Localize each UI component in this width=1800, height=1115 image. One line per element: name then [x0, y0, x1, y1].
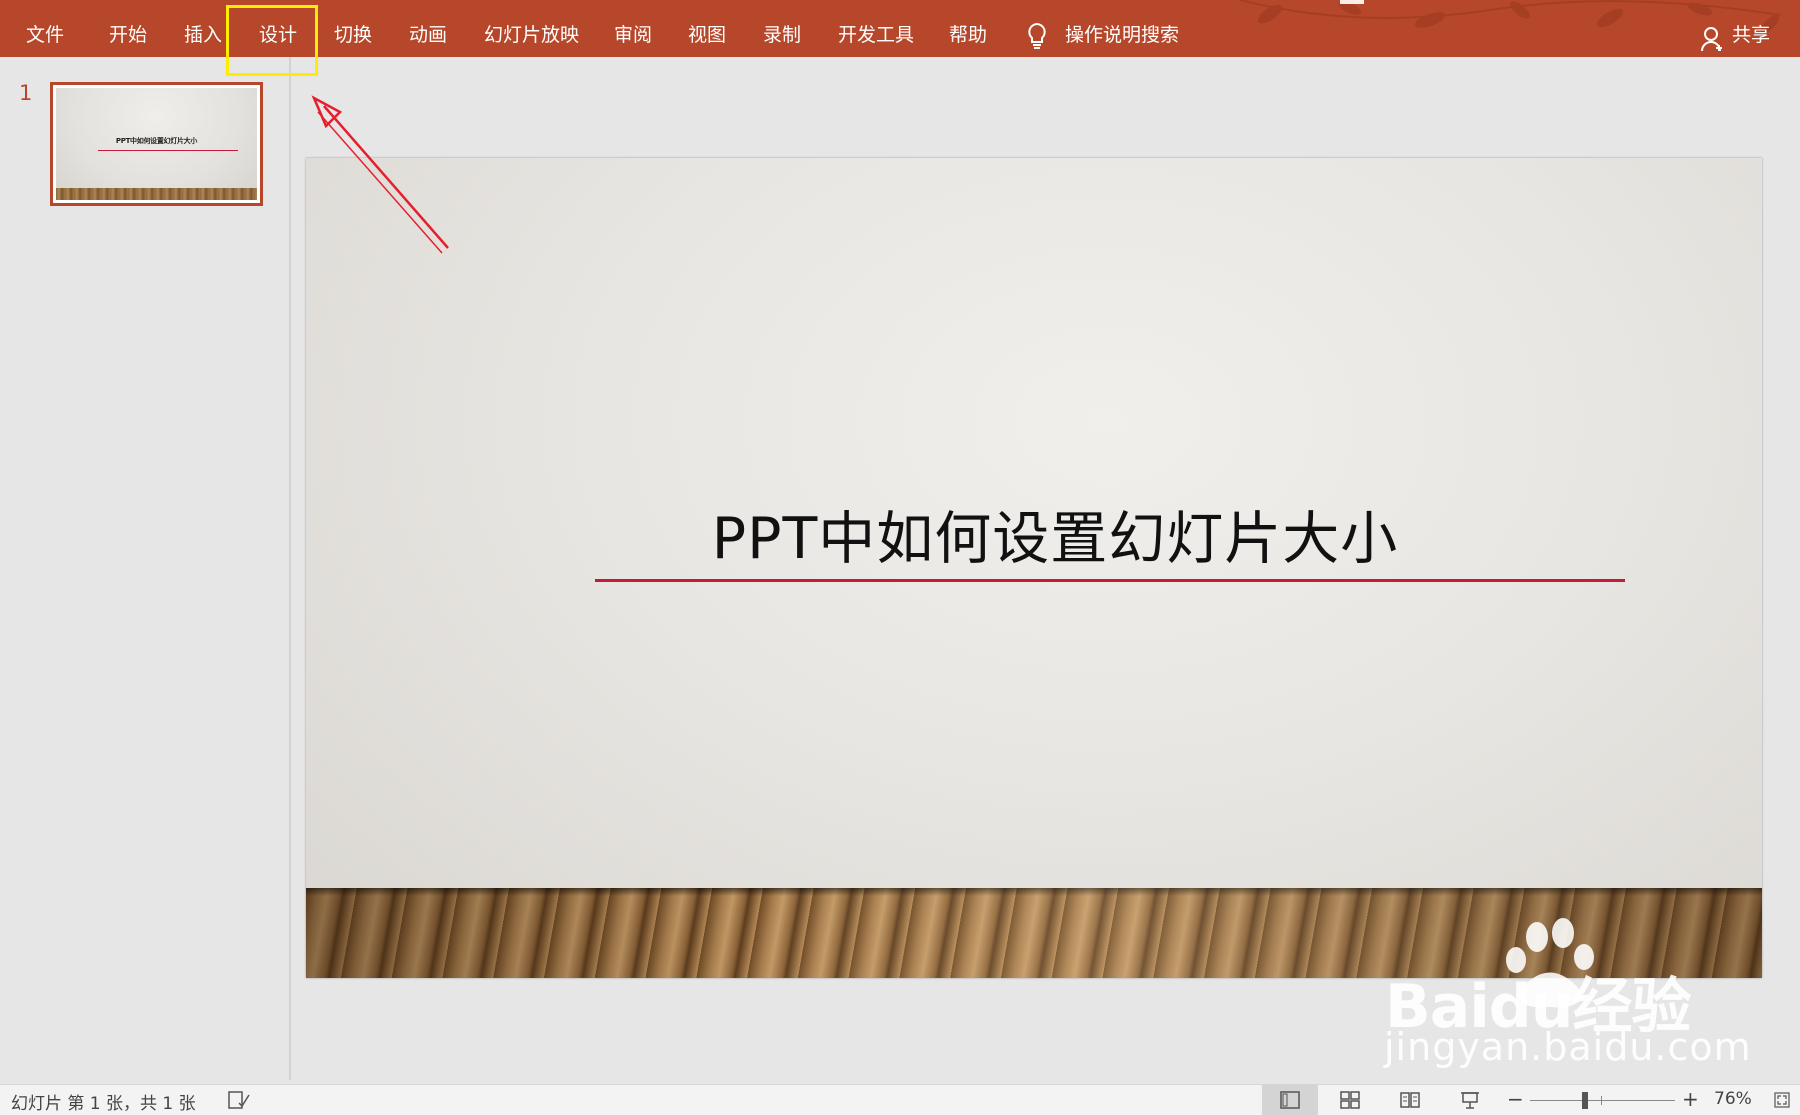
watermark-url: jingyan.baidu.com — [1384, 1025, 1752, 1069]
zoom-slider-thumb[interactable] — [1582, 1092, 1588, 1109]
thumbnail-number: 1 — [19, 81, 33, 105]
slide-canvas[interactable]: PPT中如何设置幻灯片大小 — [306, 158, 1762, 978]
slideshow-button[interactable] — [1442, 1085, 1498, 1115]
tab-file[interactable]: 文件 — [26, 0, 64, 57]
person-icon[interactable] — [1700, 26, 1724, 52]
annotation-arrow-icon — [311, 95, 449, 254]
tab-animations[interactable]: 动画 — [409, 0, 447, 57]
reading-view-button[interactable] — [1382, 1085, 1438, 1115]
lightbulb-icon[interactable] — [1025, 22, 1049, 50]
thumbnail-title: PPT中如何设置幻灯片大小 — [115, 137, 198, 145]
zoom-slider[interactable] — [1530, 1100, 1675, 1101]
tab-view[interactable]: 视图 — [688, 0, 726, 57]
zoom-level[interactable]: 76% — [1714, 1089, 1752, 1109]
fit-to-window-icon[interactable] — [1774, 1092, 1790, 1108]
tab-help[interactable]: 帮助 — [949, 0, 987, 57]
tab-record[interactable]: 录制 — [763, 0, 801, 57]
tab-transitions[interactable]: 切换 — [334, 0, 372, 57]
zoom-slider-midmark — [1601, 1096, 1602, 1105]
slide-sorter-button[interactable] — [1322, 1085, 1378, 1115]
title-underline — [595, 579, 1625, 582]
normal-view-button[interactable] — [1262, 1085, 1318, 1115]
zoom-in-button[interactable]: + — [1682, 1087, 1699, 1111]
slide-sorter-icon — [1340, 1091, 1360, 1109]
thumbnail-rule — [98, 150, 238, 151]
tab-insert[interactable]: 插入 — [184, 0, 222, 57]
tell-me-search[interactable]: 操作说明搜索 — [1065, 0, 1179, 57]
slide-title[interactable]: PPT中如何设置幻灯片大小 — [306, 493, 1762, 575]
pane-splitter[interactable] — [289, 57, 291, 1080]
thumbnail-pane: 1 PPT中如何设置幻灯片大小 — [0, 57, 290, 1084]
normal-view-icon — [1280, 1091, 1300, 1109]
tab-design-highlight-box — [226, 5, 318, 76]
tab-slideshow[interactable]: 幻灯片放映 — [484, 0, 579, 57]
reading-view-icon — [1400, 1092, 1420, 1108]
tab-developer[interactable]: 开发工具 — [838, 0, 914, 57]
thumbnail-preview: PPT中如何设置幻灯片大小 — [56, 88, 257, 200]
zoom-out-button[interactable]: − — [1507, 1087, 1524, 1111]
tab-review[interactable]: 审阅 — [614, 0, 652, 57]
notes-icon[interactable] — [228, 1091, 250, 1109]
status-bar: 幻灯片 第 1 张，共 1 张 − + 76% — [0, 1084, 1800, 1115]
share-button[interactable]: 共享 — [1732, 0, 1770, 57]
slideshow-icon — [1461, 1092, 1479, 1109]
slide-thumbnail[interactable]: PPT中如何设置幻灯片大小 — [50, 82, 263, 206]
tab-home[interactable]: 开始 — [109, 0, 147, 57]
slide-count-status[interactable]: 幻灯片 第 1 张，共 1 张 — [11, 1089, 196, 1114]
thumbnail-floor — [56, 188, 257, 200]
